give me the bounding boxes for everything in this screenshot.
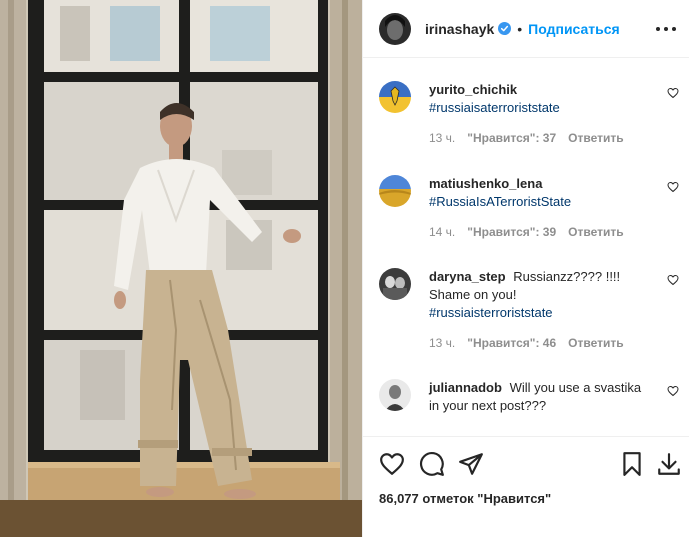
author-avatar[interactable] bbox=[379, 12, 411, 45]
comment-username[interactable]: juliannadob bbox=[429, 380, 502, 395]
comment-username[interactable]: matiushenko_lena bbox=[429, 176, 542, 191]
comment-hashtag[interactable]: #russiaisaterroriststate bbox=[429, 99, 651, 117]
post-photo[interactable] bbox=[0, 0, 362, 537]
reply-button[interactable]: Ответить bbox=[568, 223, 623, 241]
comment-avatar[interactable] bbox=[379, 175, 411, 207]
author-username[interactable]: irinashayk bbox=[425, 21, 494, 37]
comment-username[interactable]: daryna_step bbox=[429, 269, 506, 284]
send-icon[interactable] bbox=[458, 451, 484, 477]
heart-icon[interactable] bbox=[667, 87, 679, 99]
verified-badge-icon bbox=[498, 22, 512, 35]
download-icon[interactable] bbox=[656, 451, 682, 477]
comment-icon[interactable] bbox=[419, 451, 445, 477]
comment-time[interactable]: 13 ч. bbox=[429, 334, 455, 352]
comment-meta: 14 ч. "Нравится": 39 Ответить bbox=[429, 223, 651, 241]
comment-hashtag[interactable]: #russiaisterroriststate bbox=[429, 304, 651, 322]
comment-likes[interactable]: "Нравится": 46 bbox=[467, 334, 556, 352]
comment-username[interactable]: yurito_chichik bbox=[429, 82, 517, 97]
post-side-panel: irinashayk • Подписаться yurito_chichik … bbox=[362, 0, 689, 537]
more-options-icon[interactable] bbox=[656, 20, 676, 38]
comment-likes[interactable]: "Нравится": 39 bbox=[467, 223, 556, 241]
comment-time[interactable]: 13 ч. bbox=[429, 129, 455, 147]
heart-icon[interactable] bbox=[667, 181, 679, 193]
heart-icon[interactable] bbox=[379, 451, 405, 477]
reply-button[interactable]: Ответить bbox=[568, 334, 623, 352]
separator-dot: • bbox=[517, 20, 523, 37]
likes-count[interactable]: 86,077 отметок "Нравится" bbox=[379, 491, 551, 506]
comment-avatar[interactable] bbox=[379, 379, 411, 411]
post-header: irinashayk • Подписаться bbox=[363, 0, 689, 58]
reply-button[interactable]: Ответить bbox=[568, 129, 623, 147]
comment-time[interactable]: 14 ч. bbox=[429, 223, 455, 241]
comment-avatar[interactable] bbox=[379, 268, 411, 300]
follow-button[interactable]: Подписаться bbox=[528, 21, 620, 37]
heart-icon[interactable] bbox=[667, 274, 679, 286]
bookmark-icon[interactable] bbox=[619, 451, 645, 477]
comment-hashtag[interactable]: #RussiaIsATerroristState bbox=[429, 193, 651, 211]
comment-avatar[interactable] bbox=[379, 81, 411, 113]
post-actions: 86,077 отметок "Нравится" bbox=[363, 436, 689, 537]
comment-meta: 13 ч. "Нравится": 46 Ответить bbox=[429, 334, 651, 352]
comment-likes[interactable]: "Нравится": 37 bbox=[467, 129, 556, 147]
comment-meta: 13 ч. "Нравится": 37 Ответить bbox=[429, 129, 651, 147]
heart-icon[interactable] bbox=[667, 385, 679, 397]
comments-list[interactable]: yurito_chichik #russiaisaterroriststate … bbox=[363, 59, 689, 436]
